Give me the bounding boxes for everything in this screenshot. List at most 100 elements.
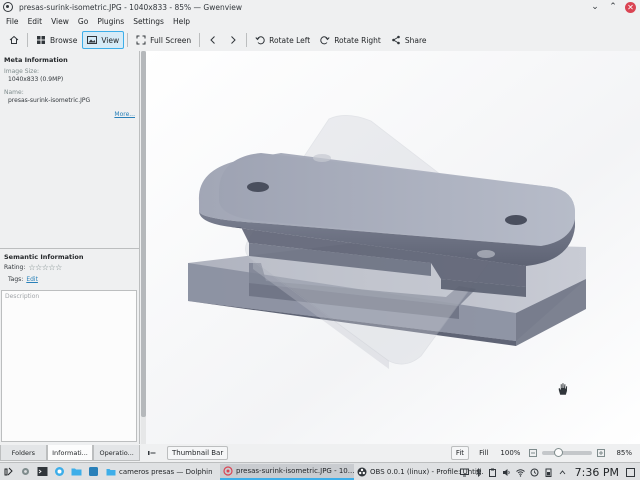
menu-file[interactable]: File <box>6 17 19 26</box>
edit-tags-link[interactable]: Edit <box>26 276 38 283</box>
zoom-fill-button[interactable]: Fill <box>475 449 492 457</box>
tab-operations[interactable]: Operatio... <box>93 445 141 461</box>
settings-icon[interactable] <box>20 466 31 477</box>
chevron-up-icon[interactable]: ⌃ <box>607 1 619 13</box>
browser-icon[interactable] <box>54 466 65 477</box>
image-icon <box>87 35 98 45</box>
app-icon-blue[interactable] <box>88 466 99 477</box>
more-link[interactable]: More... <box>114 111 135 118</box>
rating-row: Rating: ☆☆☆☆☆ <box>0 263 62 272</box>
sidebar-information-panel: Meta Information Image Size: 1040x833 (0… <box>0 51 140 444</box>
rotate-right-button[interactable]: Rotate Right <box>315 31 386 49</box>
scrollbar-thumb[interactable] <box>141 51 146 417</box>
chevron-right-icon <box>228 35 238 45</box>
clipboard-icon[interactable] <box>487 467 498 478</box>
browse-button[interactable]: Browse <box>31 31 82 49</box>
thumbnail-bar-button[interactable]: Thumbnail Bar <box>167 446 229 460</box>
terminal-icon[interactable] <box>37 466 48 477</box>
rotate-left-icon <box>255 35 265 45</box>
tray-expand-icon[interactable] <box>557 467 568 478</box>
bluetooth-icon[interactable] <box>473 467 484 478</box>
view-button[interactable]: View <box>82 31 125 49</box>
app-launcher-icon[interactable] <box>3 466 14 477</box>
toolbar-separator <box>199 33 201 47</box>
show-desktop-icon[interactable] <box>625 467 636 478</box>
description-field[interactable]: Description <box>1 290 137 442</box>
taskbar: cameros presas — Dolphin presas-surink-i… <box>0 462 640 480</box>
thumbnail-bar-toggle-icon[interactable] <box>147 448 157 458</box>
gwenview-icon <box>223 465 233 476</box>
zoom-fit-button[interactable]: Fit <box>450 446 470 460</box>
tray-display-icon[interactable] <box>459 467 470 478</box>
toolbar-separator <box>27 33 28 47</box>
toolbar-separator <box>127 33 129 47</box>
system-tray: 7:36 PM <box>459 463 640 480</box>
sidebar-tabs: Folders Informati... Operatio... <box>0 445 141 461</box>
gwenview-icon <box>3 2 13 12</box>
task-dolphin-label: cameros presas — Dolphin <box>119 467 213 476</box>
rotate-right-label: Rotate Right <box>334 35 381 45</box>
main-toolbar: Browse View Full Screen Rotate Left Rota… <box>0 30 640 50</box>
grid-icon <box>36 35 46 45</box>
zoom-value[interactable]: 85% <box>612 449 636 457</box>
menu-plugins[interactable]: Plugins <box>97 17 124 26</box>
view-label: View <box>101 35 120 45</box>
share-label: Share <box>404 35 427 45</box>
obs-icon <box>357 466 367 477</box>
rotate-right-icon <box>320 35 330 45</box>
next-button[interactable] <box>223 31 243 49</box>
menu-help[interactable]: Help <box>173 17 190 26</box>
hand-cursor-icon <box>557 382 569 396</box>
file-manager-icon[interactable] <box>71 466 82 477</box>
description-placeholder: Description <box>5 293 40 300</box>
tab-folders[interactable]: Folders <box>0 445 47 461</box>
meta-information-title: Meta Information <box>4 56 68 64</box>
semantic-information-title: Semantic Information <box>4 253 84 261</box>
close-icon[interactable]: ✕ <box>625 1 636 13</box>
home-button[interactable] <box>4 31 24 49</box>
folder-icon <box>105 466 116 477</box>
full-screen-label: Full Screen <box>150 35 192 45</box>
image-size-value: 1040x833 (0.9MP) <box>8 76 64 83</box>
task-dolphin[interactable]: cameros presas — Dolphin <box>102 464 220 480</box>
task-gwenview[interactable]: presas-surink-isometric.JPG - 10... <box>220 463 354 480</box>
rotate-left-button[interactable]: Rotate Left <box>250 31 315 49</box>
menu-edit[interactable]: Edit <box>28 17 43 26</box>
task-gwenview-label: presas-surink-isometric.JPG - 10... <box>236 466 354 475</box>
battery-icon[interactable] <box>543 467 554 478</box>
zoom-slider-handle[interactable] <box>554 448 564 457</box>
share-button[interactable]: Share <box>386 31 432 49</box>
chevron-left-icon <box>208 35 218 45</box>
home-icon <box>9 35 19 45</box>
window-title: presas-surink-isometric.JPG - 1040x833 -… <box>19 2 243 12</box>
tab-information[interactable]: Informati... <box>46 445 94 461</box>
previous-button[interactable] <box>203 31 223 49</box>
wifi-icon[interactable] <box>515 467 526 478</box>
rating-stars[interactable]: ☆☆☆☆☆ <box>28 263 62 272</box>
zoom-slider[interactable] <box>542 448 593 457</box>
zoom-in-icon[interactable] <box>596 448 606 458</box>
full-screen-button[interactable]: Full Screen <box>131 31 196 49</box>
menu-go[interactable]: Go <box>78 17 88 26</box>
view-statusbar: Thumbnail Bar Fit Fill 100% 85% <box>141 445 640 461</box>
menu-view[interactable]: View <box>51 17 69 26</box>
volume-icon[interactable] <box>501 467 512 478</box>
clock[interactable]: 7:36 PM <box>575 466 619 479</box>
zoom-100-button[interactable]: 100% <box>496 449 524 457</box>
rotate-left-label: Rotate Left <box>269 35 311 45</box>
window-titlebar[interactable]: presas-surink-isometric.JPG - 1040x833 -… <box>0 0 640 14</box>
rating-label: Rating: <box>4 264 26 271</box>
vertical-scrollbar[interactable] <box>141 51 146 444</box>
browse-label: Browse <box>50 35 78 45</box>
tray-app-icon[interactable] <box>529 467 540 478</box>
toolbar-separator <box>246 33 248 47</box>
share-icon <box>391 35 401 45</box>
fullscreen-icon <box>136 35 146 45</box>
sidebar-divider[interactable] <box>0 248 139 249</box>
chevron-down-icon[interactable]: ⌄ <box>589 1 601 13</box>
menu-settings[interactable]: Settings <box>133 17 164 26</box>
menu-bar: File Edit View Go Plugins Settings Help <box>0 15 640 28</box>
name-label: Name: <box>4 89 24 96</box>
zoom-out-icon[interactable] <box>528 448 538 458</box>
name-value: presas-surink-isometric.JPG <box>8 97 91 104</box>
